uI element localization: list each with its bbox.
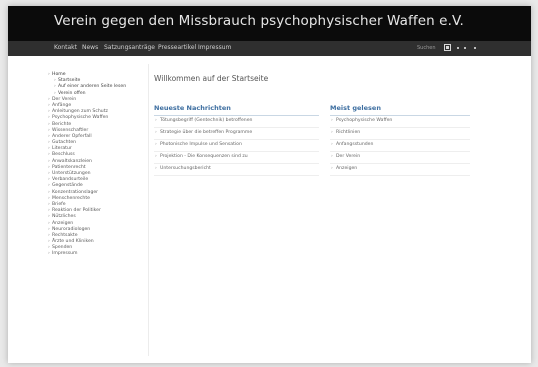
- news-heading: Neueste Nachrichten: [154, 104, 231, 112]
- column-divider: [148, 64, 149, 356]
- dot-icon: [464, 47, 466, 49]
- sidebar-item-label: Auf einer anderen Seite lesen: [58, 84, 127, 90]
- sidebar-item-label: Spenden: [52, 245, 73, 251]
- sidebar-item-label: Menschenrechte: [52, 195, 90, 201]
- popular-list: › Psychophysische Waffen › Richtlinien › Anfa…: [330, 116, 470, 176]
- sidebar-item-label: Patientenrecht: [52, 164, 86, 170]
- sidebar-item-label: Nützliches: [52, 214, 76, 220]
- nav-item-impressum[interactable]: Impressum: [198, 44, 231, 51]
- sidebar-item-label: Der Verein: [52, 96, 77, 102]
- sidebar-item-label: Startseite: [58, 78, 81, 84]
- sidebar-item-label: Anleitungen zum Schutz: [52, 109, 108, 115]
- sidebar-item-label: Anwaltskanzleien: [52, 158, 92, 164]
- sidebar-item-label: Impressum: [52, 251, 78, 257]
- list-item-label: Tötungsbegriff (Gentechnik) betroffenen: [160, 118, 253, 123]
- sidebar-item-label: Anfänge: [52, 102, 72, 108]
- site-title[interactable]: Verein gegen den Missbrauch psychophysis…: [54, 13, 464, 29]
- list-item-label: Anzeigen: [336, 166, 358, 171]
- sidebar-item-label: Anzeigen: [52, 220, 74, 226]
- sidebar-item-label: Beschluss: [52, 152, 75, 158]
- dot-icon: [457, 47, 459, 49]
- nav-item-presse[interactable]: Presseartikel: [158, 44, 196, 51]
- sidebar-item-label: Neuroradiologen: [52, 226, 91, 232]
- list-item-label: Strategie über die betreffen Programme: [160, 130, 253, 135]
- sidebar-item-label: Home: [52, 72, 66, 77]
- sidebar-item-label: Verbandsurteile: [52, 177, 89, 183]
- list-item[interactable]: › Untersuchungsbericht: [154, 164, 319, 176]
- list-item[interactable]: › Anfangsstunden: [330, 140, 470, 152]
- list-item-label: Photonische Impulse und Sensation: [160, 142, 242, 147]
- list-item-label: Projektion - Die Konsequenzen sind zu: [160, 154, 248, 159]
- page-title: Willkommen auf der Startseite: [154, 74, 269, 83]
- sidebar-item-label: Gutachten: [52, 140, 77, 146]
- list-item[interactable]: › Strategie über die betreffen Programme: [154, 128, 319, 140]
- grid-icon[interactable]: [444, 44, 451, 51]
- sidebar-item-label: Verein offen: [58, 90, 86, 96]
- list-item[interactable]: › Psychophysische Waffen: [330, 116, 470, 128]
- sidebar-item-label: Anderer Opferfall: [52, 133, 92, 139]
- sidebar-item-label: Literatur: [52, 146, 72, 152]
- page-frame: Verein gegen den Missbrauch psychophysis…: [8, 6, 531, 363]
- main-content: Willkommen auf der Startseite Neueste Na…: [154, 74, 524, 176]
- news-column: Neueste Nachrichten › Tötungsbegriff (Gen…: [154, 104, 319, 176]
- nav-item-satzung[interactable]: Satzungsanträge: [104, 44, 155, 51]
- news-list: › Tötungsbegriff (Gentechnik) betroffenen…: [154, 116, 319, 176]
- sidebar-menu: › Home › Startseite › Auf einer anderen Seite…: [48, 72, 144, 258]
- sidebar-item-label: Briefe: [52, 201, 66, 207]
- list-item[interactable]: › Richtlinien: [330, 128, 470, 140]
- list-item[interactable]: › Der Verein: [330, 152, 470, 164]
- list-item-label: Anfangsstunden: [336, 142, 374, 147]
- list-item-label: Psychophysische Waffen: [336, 118, 393, 123]
- nav-item-kontakt[interactable]: Kontakt: [54, 44, 77, 51]
- sidebar-item-label: Berichte: [52, 121, 72, 127]
- nav-item-news[interactable]: News: [82, 44, 98, 51]
- sidebar-item-label: Wissenschaftler: [52, 127, 89, 133]
- list-item[interactable]: › Photonische Impulse und Sensation: [154, 140, 319, 152]
- list-item[interactable]: › Projektion - Die Konsequenzen sind zu: [154, 152, 319, 164]
- sidebar-item-label: Reaktion der Politiker: [52, 208, 101, 214]
- list-item-label: Untersuchungsbericht: [160, 166, 211, 171]
- sidebar-item-label: Psychophysische Waffen: [52, 115, 109, 121]
- list-item[interactable]: › Tötungsbegriff (Gentechnik) betroffenen: [154, 116, 319, 128]
- content-area: › Home › Startseite › Auf einer anderen Seite…: [8, 56, 531, 363]
- list-item[interactable]: › Anzeigen: [330, 164, 470, 176]
- popular-heading: Meist gelesen: [330, 104, 381, 112]
- sidebar-item-label: Ärzte und Kliniken: [52, 239, 94, 245]
- sidebar-item-label: Unterstützungen: [52, 171, 91, 176]
- sidebar-item[interactable]: › Impressum: [48, 251, 144, 257]
- sidebar-item-label: Konzentrationslager: [52, 189, 99, 195]
- sidebar-item-label: Gegenstände: [52, 183, 83, 189]
- search-input[interactable]: Suchen: [417, 44, 439, 52]
- sidebar-item-label: Rechtsakte: [52, 232, 78, 238]
- list-item-label: Richtlinien: [336, 130, 361, 135]
- popular-column: Meist gelesen › Psychophysische Waffen › Ri…: [330, 104, 470, 176]
- top-navigation: Kontakt News Satzungsanträge Presseartik…: [8, 41, 531, 56]
- list-item-label: Der Verein: [336, 154, 361, 159]
- dot-icon: [474, 47, 476, 49]
- site-header: Verein gegen den Missbrauch psychophysis…: [8, 6, 531, 41]
